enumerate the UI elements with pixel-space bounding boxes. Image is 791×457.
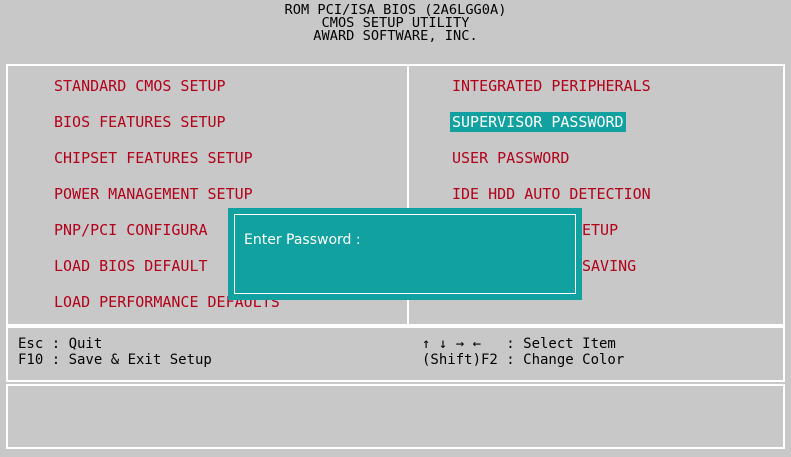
menu-item-pnp-pci-configuration[interactable]: PNP/PCI CONFIGURA — [52, 220, 210, 240]
bios-screen: ROM PCI/ISA BIOS (2A6LGG0A) CMOS SETUP U… — [0, 0, 791, 457]
password-dialog: Enter Password : — [228, 208, 582, 300]
password-dialog-border — [234, 214, 576, 294]
help-select-item: ↑ ↓ → ← : Select Item — [422, 336, 616, 352]
help-save-exit: F10 : Save & Exit Setup — [18, 352, 212, 368]
status-panel — [6, 384, 785, 449]
bios-header: ROM PCI/ISA BIOS (2A6LGG0A) CMOS SETUP U… — [0, 0, 791, 60]
menu-item-supervisor-password[interactable]: SUPERVISOR PASSWORD — [450, 112, 626, 132]
menu-item-bios-features-setup[interactable]: BIOS FEATURES SETUP — [52, 112, 228, 132]
help-change-color: (Shift)F2 : Change Color — [422, 352, 625, 368]
menu-item-exit-without-saving[interactable]: SAVING — [580, 256, 638, 276]
vendor-name: AWARD SOFTWARE, INC. — [313, 29, 478, 44]
menu-item-chipset-features-setup[interactable]: CHIPSET FEATURES SETUP — [52, 148, 255, 168]
menu-item-user-password[interactable]: USER PASSWORD — [450, 148, 571, 168]
menu-item-save-exit-setup[interactable]: ETUP — [580, 220, 620, 240]
menu-item-power-management-setup[interactable]: POWER MANAGEMENT SETUP — [52, 184, 255, 204]
menu-item-standard-cmos-setup[interactable]: STANDARD CMOS SETUP — [52, 76, 228, 96]
menu-item-integrated-peripherals[interactable]: INTEGRATED PERIPHERALS — [450, 76, 653, 96]
menu-item-load-bios-defaults[interactable]: LOAD BIOS DEFAULT — [52, 256, 210, 276]
password-prompt[interactable]: Enter Password : — [244, 232, 361, 248]
menu-item-ide-hdd-auto-detection[interactable]: IDE HDD AUTO DETECTION — [450, 184, 653, 204]
help-quit: Esc : Quit — [18, 336, 103, 352]
